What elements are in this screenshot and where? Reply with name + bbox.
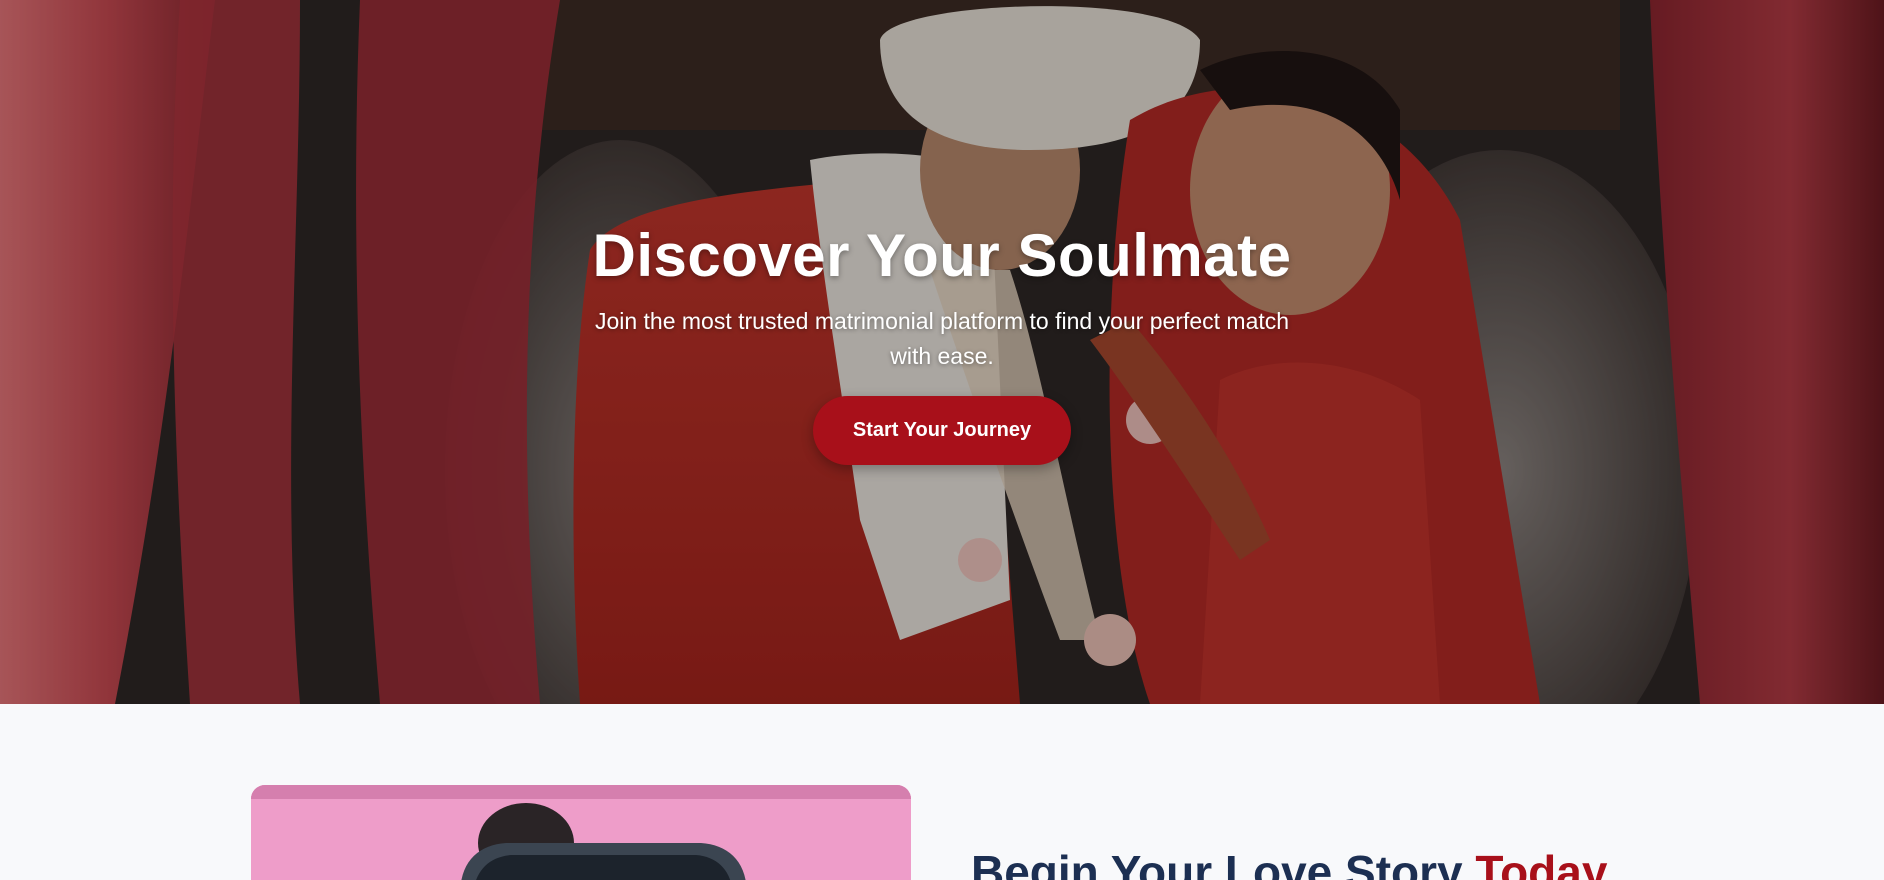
hero-title: Discover Your Soulmate xyxy=(592,222,1292,289)
about-section: Begin Your Love Story Today xyxy=(0,704,1884,880)
about-photo-card xyxy=(251,785,911,880)
hero-subtitle: Join the most trusted matrimonial platfo… xyxy=(594,308,1290,369)
hero-content: Discover Your Soulmate Join the most tru… xyxy=(0,220,1884,465)
about-heading: Begin Your Love Story Today xyxy=(971,846,1607,880)
about-heading-main: Begin Your Love Story xyxy=(971,846,1463,880)
hero-section: Discover Your Soulmate Join the most tru… xyxy=(0,0,1884,704)
about-heading-accent: Today xyxy=(1475,846,1608,880)
start-journey-button[interactable]: Start Your Journey xyxy=(813,396,1071,465)
couple-phone-photo xyxy=(251,785,911,880)
